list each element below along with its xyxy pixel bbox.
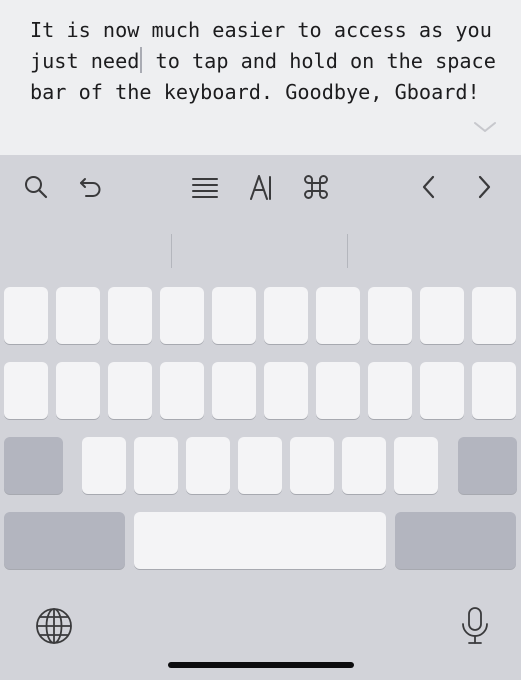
suggestion-divider [171, 234, 172, 268]
text-editor[interactable]: It is now much easier to access as you j… [0, 0, 521, 155]
text-style-icon[interactable] [243, 169, 279, 205]
text-align-icon[interactable] [187, 169, 223, 205]
undo-icon[interactable] [73, 169, 109, 205]
key[interactable] [316, 287, 360, 344]
key[interactable] [238, 437, 282, 494]
chevron-right-icon[interactable] [466, 169, 502, 205]
key[interactable] [394, 437, 438, 494]
key[interactable] [56, 287, 100, 344]
key[interactable] [186, 437, 230, 494]
delete-key[interactable] [458, 437, 517, 494]
key[interactable] [316, 362, 360, 419]
key[interactable] [134, 437, 178, 494]
numbers-key[interactable] [4, 512, 125, 569]
key[interactable] [56, 362, 100, 419]
chevron-left-icon[interactable] [411, 169, 447, 205]
key[interactable] [264, 362, 308, 419]
key[interactable] [472, 362, 516, 419]
key[interactable] [4, 287, 48, 344]
key[interactable] [212, 362, 256, 419]
key[interactable] [82, 437, 126, 494]
keyboard-toolbar [0, 155, 521, 219]
suggestion-divider [347, 234, 348, 268]
command-icon[interactable] [298, 169, 334, 205]
suggestion-bar [0, 219, 521, 283]
key[interactable] [342, 437, 386, 494]
collapse-chevron-icon[interactable] [473, 120, 497, 134]
key[interactable] [108, 362, 152, 419]
space-bar[interactable] [134, 512, 386, 569]
editor-text[interactable]: It is now much easier to access as you j… [30, 15, 500, 108]
key[interactable] [420, 362, 464, 419]
search-icon[interactable] [18, 169, 54, 205]
key[interactable] [368, 287, 412, 344]
key[interactable] [368, 362, 412, 419]
key[interactable] [108, 287, 152, 344]
key[interactable] [420, 287, 464, 344]
return-key[interactable] [395, 512, 516, 569]
key[interactable] [472, 287, 516, 344]
key[interactable] [264, 287, 308, 344]
shift-key[interactable] [4, 437, 63, 494]
key[interactable] [4, 362, 48, 419]
key[interactable] [160, 287, 204, 344]
globe-icon[interactable] [32, 604, 76, 648]
key[interactable] [212, 287, 256, 344]
key[interactable] [160, 362, 204, 419]
key[interactable] [290, 437, 334, 494]
home-indicator[interactable] [168, 662, 354, 668]
microphone-icon[interactable] [457, 604, 493, 648]
